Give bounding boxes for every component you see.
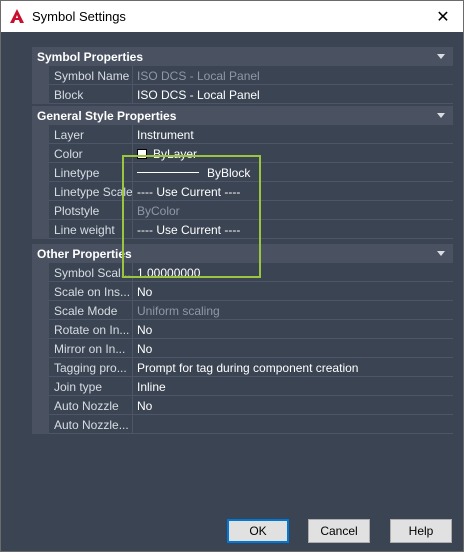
category-title: Other Properties: [37, 247, 132, 261]
property-value[interactable]: Prompt for tag during component creation: [133, 358, 453, 377]
dialog-body: Symbol Properties Symbol Name ISO DCS - …: [1, 32, 463, 551]
property-name: Linetype: [49, 163, 133, 182]
property-name: Tagging pro...: [49, 358, 133, 377]
property-name: Rotate on In...: [49, 320, 133, 339]
help-button[interactable]: Help: [390, 519, 452, 543]
category-general-style-properties[interactable]: General Style Properties: [32, 106, 453, 125]
symbol-settings-dialog: Symbol Settings ✕ Symbol Properties Symb…: [0, 0, 464, 552]
property-value: ByColor: [137, 204, 180, 218]
property-name: Scale on Ins...: [49, 282, 133, 301]
property-name: Join type: [49, 377, 133, 396]
property-value[interactable]: ---- Use Current ----: [133, 220, 453, 239]
property-value: Uniform scaling: [137, 304, 220, 318]
property-name: Symbol Scal...: [49, 263, 133, 282]
property-name: Auto Nozzle: [49, 396, 133, 415]
property-row-linetype-scale[interactable]: Linetype Scale ---- Use Current ----: [32, 182, 453, 201]
property-value[interactable]: No: [133, 320, 453, 339]
property-row-line-weight[interactable]: Line weight ---- Use Current ----: [32, 220, 453, 239]
property-name: Line weight: [49, 220, 133, 239]
color-value: ByLayer: [153, 147, 198, 161]
property-name: Color: [49, 144, 133, 163]
close-icon[interactable]: ✕: [423, 1, 463, 32]
property-row-layer[interactable]: Layer Instrument: [32, 125, 453, 144]
property-row-scale-on-insert[interactable]: Scale on Ins... No: [32, 282, 453, 301]
chevron-down-icon[interactable]: [437, 113, 445, 118]
property-row-linetype[interactable]: Linetype ByBlock: [32, 163, 453, 182]
property-row-tagging-prompt[interactable]: Tagging pro... Prompt for tag during com…: [32, 358, 453, 377]
property-value[interactable]: Inline: [133, 377, 453, 396]
property-value[interactable]: ByBlock: [133, 163, 453, 182]
color-swatch-icon: [137, 149, 147, 159]
window-title: Symbol Settings: [32, 9, 126, 24]
category-other-properties[interactable]: Other Properties: [32, 244, 453, 263]
property-value[interactable]: ISO DCS - Local Panel: [133, 85, 453, 104]
ok-button[interactable]: OK: [227, 519, 289, 543]
property-name: Mirror on In...: [49, 339, 133, 358]
property-value[interactable]: 1.00000000: [133, 263, 453, 282]
property-name: Layer: [49, 125, 133, 144]
property-row-color[interactable]: Color ByLayer: [32, 144, 453, 163]
cancel-button[interactable]: Cancel: [308, 519, 370, 543]
property-value: ISO DCS - Local Panel: [137, 69, 260, 83]
linetype-sample-icon: [137, 172, 199, 173]
category-title: Symbol Properties: [37, 50, 144, 64]
linetype-value: ByBlock: [207, 166, 251, 180]
category-symbol-properties[interactable]: Symbol Properties: [32, 47, 453, 66]
property-name: Auto Nozzle...: [49, 415, 133, 434]
autocad-a-icon: [10, 9, 24, 23]
property-row-join-type[interactable]: Join type Inline: [32, 377, 453, 396]
chevron-down-icon[interactable]: [437, 251, 445, 256]
property-value[interactable]: ByLayer: [133, 144, 453, 163]
property-row-block[interactable]: Block ISO DCS - Local Panel: [32, 85, 453, 104]
property-value[interactable]: Instrument: [133, 125, 453, 144]
property-row-mirror-on-insert[interactable]: Mirror on In... No: [32, 339, 453, 358]
property-grid: Symbol Properties Symbol Name ISO DCS - …: [32, 47, 453, 467]
property-name: Linetype Scale: [49, 182, 133, 201]
property-row-auto-nozzle[interactable]: Auto Nozzle No: [32, 396, 453, 415]
property-row-symbol-name[interactable]: Symbol Name ISO DCS - Local Panel: [32, 66, 453, 85]
chevron-down-icon[interactable]: [437, 54, 445, 59]
property-name: Symbol Name: [49, 66, 133, 85]
property-row-rotate-on-insert[interactable]: Rotate on In... No: [32, 320, 453, 339]
property-row-scale-mode[interactable]: Scale Mode Uniform scaling: [32, 301, 453, 320]
property-value[interactable]: No: [133, 396, 453, 415]
property-row-auto-nozzle-2[interactable]: Auto Nozzle...: [32, 415, 453, 434]
property-row-plotstyle[interactable]: Plotstyle ByColor: [32, 201, 453, 220]
category-title: General Style Properties: [37, 109, 177, 123]
property-value[interactable]: No: [133, 282, 453, 301]
property-name: Block: [49, 85, 133, 104]
property-name: Scale Mode: [49, 301, 133, 320]
title-bar[interactable]: Symbol Settings ✕: [1, 1, 463, 32]
property-value[interactable]: No: [133, 339, 453, 358]
property-value[interactable]: ---- Use Current ----: [133, 182, 453, 201]
property-name: Plotstyle: [49, 201, 133, 220]
property-value[interactable]: [133, 415, 453, 434]
property-row-symbol-scale[interactable]: Symbol Scal... 1.00000000: [32, 263, 453, 282]
